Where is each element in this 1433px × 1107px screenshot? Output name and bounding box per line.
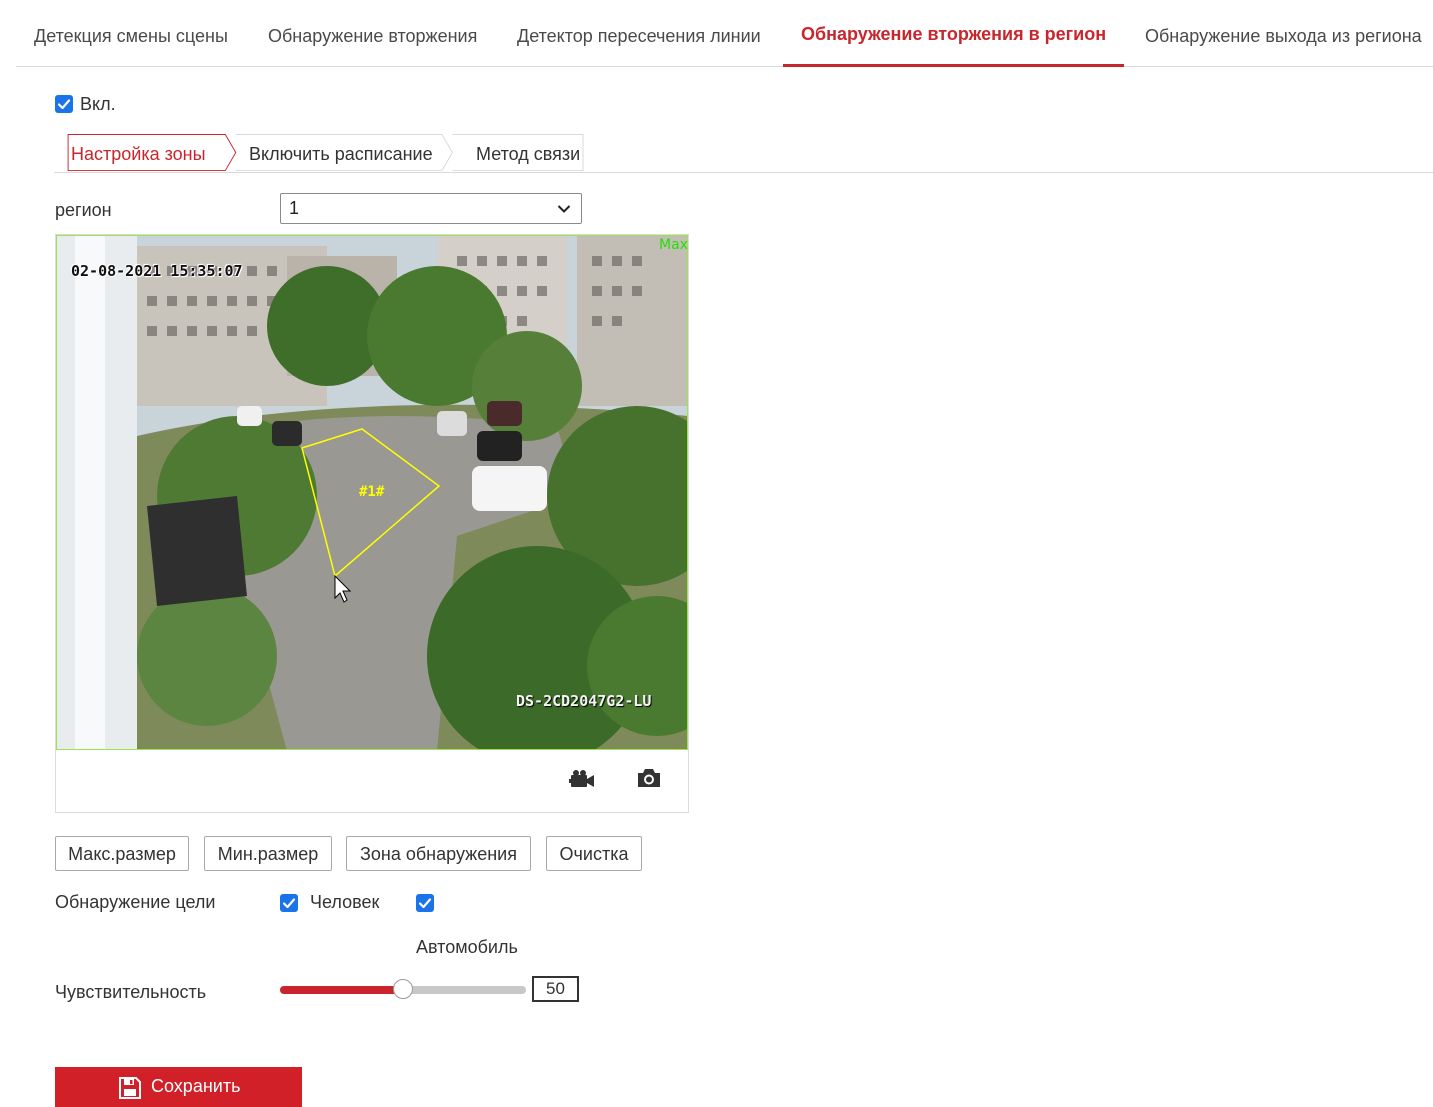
live-video[interactable]: 02-08-2021 15:35:07 Max #1# DS-2CD2047G2…	[56, 235, 688, 750]
chevron-down-icon	[557, 205, 571, 213]
sensitivity-slider[interactable]	[280, 979, 526, 999]
tab-line-crossing[interactable]: Детектор пересечения линии	[517, 0, 761, 66]
tab-scene-change[interactable]: Детекция смены сцены	[34, 0, 228, 66]
video-panel: 02-08-2021 15:35:07 Max #1# DS-2CD2047G2…	[55, 234, 689, 813]
save-button-label: Сохранить	[151, 1076, 241, 1096]
vehicle-checkbox[interactable]	[416, 894, 434, 912]
region-select[interactable]: 1	[280, 193, 582, 224]
sensitivity-label: Чувствительность	[55, 982, 207, 1002]
sensitivity-value-input[interactable]: 50	[532, 976, 579, 1002]
detection-zone-button[interactable]: Зона обнаружения	[346, 836, 531, 871]
target-detection-label: Обнаружение цели	[55, 892, 216, 912]
record-icon[interactable]	[569, 769, 595, 789]
human-label: Человек	[310, 892, 380, 912]
max-label: Max	[659, 237, 688, 253]
tab-region-entrance[interactable]: Обнаружение вторжения в регион	[782, 0, 1125, 67]
tab-region-exit[interactable]: Обнаружение выхода из региона	[1145, 0, 1422, 66]
max-size-button[interactable]: Макс.размер	[55, 836, 189, 871]
human-checkbox[interactable]	[280, 894, 298, 912]
clear-button[interactable]: Очистка	[546, 836, 642, 871]
subtab-schedule[interactable]: Включить расписание	[249, 134, 433, 172]
top-tab-bar: Детекция смены сцены Обнаружение вторжен…	[16, 0, 1433, 67]
camera-model-label: DS-2CD2047G2-LU	[516, 692, 652, 710]
save-button[interactable]: Сохранить	[55, 1067, 302, 1107]
subtab-zone-settings[interactable]: Настройка зоны	[71, 134, 206, 172]
enable-checkbox[interactable]	[55, 95, 73, 113]
tab-intrusion[interactable]: Обнаружение вторжения	[268, 0, 477, 66]
enable-label: Вкл.	[80, 94, 116, 114]
camera-icon[interactable]	[636, 767, 662, 789]
region-label: регион	[55, 200, 112, 220]
slider-handle[interactable]	[393, 979, 413, 999]
region-number-label: #1#	[359, 484, 385, 500]
save-icon	[119, 1077, 141, 1099]
sub-tab-bar: Настройка зоны Включить расписание Метод…	[54, 134, 1433, 173]
vehicle-label: Автомобиль	[416, 937, 518, 957]
subtab-linkage[interactable]: Метод связи	[476, 134, 580, 172]
region-select-value: 1	[289, 198, 300, 218]
slider-fill	[280, 986, 403, 994]
min-size-button[interactable]: Мин.размер	[204, 836, 332, 871]
video-timestamp: 02-08-2021 15:35:07	[71, 262, 243, 280]
